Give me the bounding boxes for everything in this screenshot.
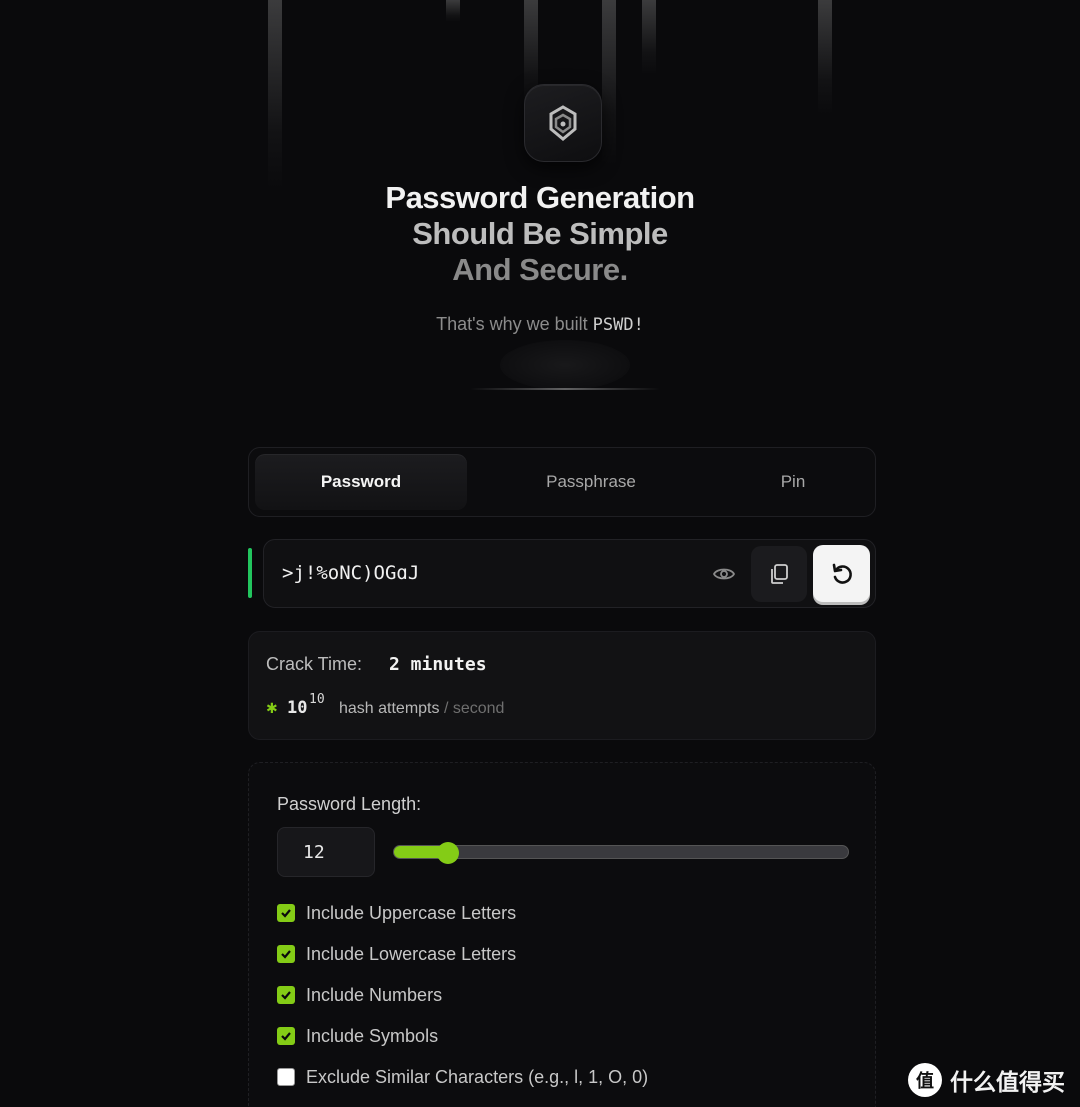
tagline: That's why we built PSWD! (0, 314, 1080, 335)
watermark-logo: 值 (908, 1063, 942, 1097)
checkbox-lowercase[interactable] (277, 945, 295, 963)
checkbox-exclude-similar[interactable] (277, 1068, 295, 1086)
tab-password-label: Password (320, 472, 402, 491)
refresh-icon (832, 563, 852, 584)
tab-password[interactable]: Password (255, 454, 467, 510)
headline-line-2: Should Be Simple (412, 216, 668, 251)
option-numbers-label: Include Numbers (306, 984, 443, 1005)
length-value: 12 (303, 841, 325, 863)
check-icon (281, 950, 291, 959)
tab-passphrase-label: Passphrase (546, 472, 636, 491)
hero-headline: Password Generation Should Be Simple And… (0, 180, 1080, 288)
option-symbols-label: Include Symbols (306, 1025, 439, 1046)
hash-rate-per-second: / second (439, 700, 505, 717)
strength-indicator (248, 548, 252, 598)
rain-streak (602, 0, 616, 165)
headline-line-1: Password Generation (385, 180, 695, 215)
tagline-text: That's why we built (436, 314, 593, 334)
tab-pin-label: Pin (780, 472, 806, 491)
option-exclude-similar[interactable]: Exclude Similar Characters (e.g., l, 1, … (277, 1064, 648, 1090)
checkbox-numbers[interactable] (277, 986, 295, 1004)
length-slider-thumb[interactable] (437, 842, 459, 864)
crack-time-value: 2 minutes (389, 654, 487, 675)
watermark-glyph: 值 (916, 1071, 934, 1091)
rain-streak (268, 0, 282, 190)
tab-pin[interactable]: Pin (689, 454, 897, 510)
glow-decoration (500, 340, 630, 390)
hash-rate-base: 10 (287, 698, 308, 718)
tab-passphrase[interactable]: Passphrase (481, 454, 701, 510)
mode-tabs: Password Passphrase Pin (248, 447, 876, 517)
option-lowercase-label: Include Lowercase Letters (306, 943, 517, 964)
copy-button[interactable] (751, 546, 807, 602)
length-label: Password Length: (277, 794, 422, 814)
check-icon (281, 991, 291, 1000)
option-uppercase-label: Include Uppercase Letters (306, 902, 517, 923)
headline-line-3: And Secure. (452, 252, 628, 287)
option-exclude-similar-label: Exclude Similar Characters (e.g., l, 1, … (306, 1066, 649, 1087)
lock-shield-icon (524, 84, 602, 162)
eye-icon[interactable] (712, 562, 736, 586)
hash-rate-unit: hash attempts / second (339, 700, 504, 718)
copy-icon (771, 564, 788, 584)
rain-streak (818, 0, 832, 115)
length-input[interactable]: 12 (277, 827, 375, 877)
tagline-brand: PSWD! (592, 315, 644, 335)
checkbox-uppercase[interactable] (277, 904, 295, 922)
lock-shield-icon-svg (549, 105, 577, 141)
password-output[interactable]: >j!%oNC)OGɑJ (263, 539, 876, 608)
length-slider[interactable] (393, 845, 849, 859)
option-uppercase[interactable]: Include Uppercase Letters (277, 900, 516, 926)
page: Password Generation Should Be Simple And… (0, 0, 1080, 1107)
crack-time-panel: Crack Time: 2 minutes ✱ 10 10 hash attem… (248, 631, 876, 740)
password-value[interactable]: >j!%oNC)OGɑJ (282, 562, 419, 584)
watermark-text: 什么值得买 (950, 1069, 1065, 1095)
rain-streak (642, 0, 656, 75)
crack-time-label: Crack Time: (266, 654, 363, 674)
rain-streak (446, 0, 460, 22)
watermark: 值 什么值得买 (908, 1060, 1065, 1100)
check-icon (281, 909, 291, 918)
glow-divider (470, 388, 660, 390)
eye-icon-svg (712, 568, 736, 580)
checkbox-symbols[interactable] (277, 1027, 295, 1045)
check-icon (281, 1032, 291, 1041)
settings-panel: Password Length: 12 Include Uppercase Le… (248, 762, 876, 1107)
asterisk-icon: ✱ (266, 700, 278, 716)
option-symbols[interactable]: Include Symbols (277, 1023, 438, 1049)
option-lowercase[interactable]: Include Lowercase Letters (277, 941, 516, 967)
hash-rate-exponent: 10 (309, 692, 325, 707)
hash-rate-unit-text: hash attempts (339, 700, 440, 717)
regenerate-button[interactable] (813, 545, 870, 602)
option-numbers[interactable]: Include Numbers (277, 982, 442, 1008)
